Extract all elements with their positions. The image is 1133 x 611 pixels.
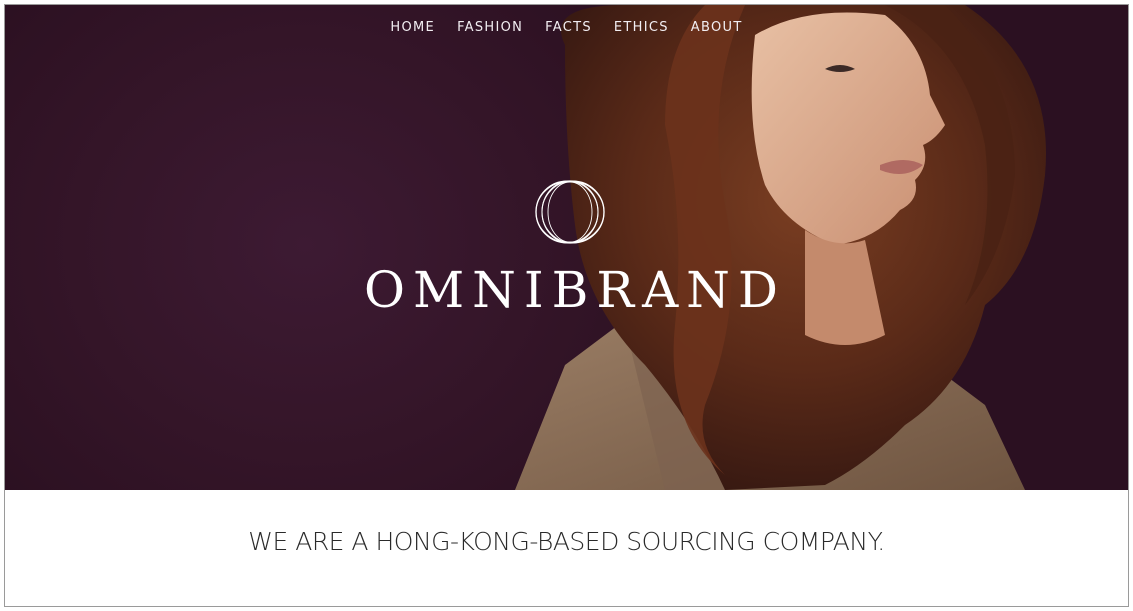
brand-wordmark: OMNIBRAND	[363, 261, 787, 319]
main-nav: HOME FASHION FACTS ETHICS ABOUT	[5, 20, 1128, 35]
nav-item-fashion[interactable]: FASHION	[457, 20, 523, 35]
tagline-text: WE ARE A HONG-KONG-BASED SOURCING COMPAN…	[248, 527, 885, 556]
interlocking-rings-icon	[535, 180, 605, 244]
nav-item-home[interactable]: HOME	[390, 20, 435, 35]
nav-item-facts[interactable]: FACTS	[545, 20, 592, 35]
nav-item-ethics[interactable]: ETHICS	[614, 20, 669, 35]
hero-banner: HOME FASHION FACTS ETHICS ABOUT OMNIBRAN…	[5, 5, 1128, 490]
nav-item-about[interactable]: ABOUT	[691, 20, 743, 35]
hero-photo	[515, 5, 1046, 490]
page-frame: HOME FASHION FACTS ETHICS ABOUT OMNIBRAN…	[4, 4, 1129, 607]
